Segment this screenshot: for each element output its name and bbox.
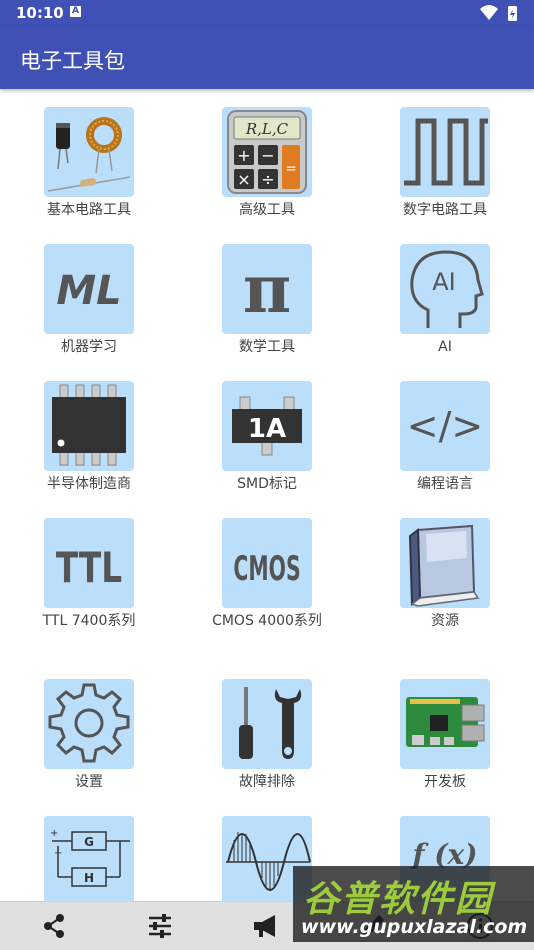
tile-label: 设置 bbox=[75, 774, 103, 790]
tile-digital-circuit-tools[interactable]: 数字电路工具 bbox=[370, 107, 520, 220]
ml-text: ML bbox=[56, 268, 121, 314]
app-bar: 电子工具包 bbox=[0, 27, 534, 89]
calculator-icon: R,L,C + − × ÷ = bbox=[222, 107, 312, 197]
watermark-url: www.gupuxlazal.com bbox=[301, 916, 528, 938]
app-title: 电子工具包 bbox=[20, 49, 125, 73]
tile-label: CMOS 4000系列 bbox=[212, 613, 322, 629]
svg-text:÷: ÷ bbox=[261, 170, 274, 189]
share-button[interactable] bbox=[38, 910, 70, 942]
tile-label: AI bbox=[438, 339, 452, 355]
watermark-title: 谷普软件园 bbox=[303, 879, 494, 920]
notification-icon: A bbox=[70, 6, 81, 17]
filter-button[interactable] bbox=[144, 910, 176, 942]
tile-label: 数字电路工具 bbox=[403, 202, 487, 218]
svg-text:−: − bbox=[54, 848, 62, 859]
tile-resources[interactable]: 资源 bbox=[370, 518, 520, 631]
tile-math-tools[interactable]: π 数学工具 bbox=[192, 244, 342, 357]
cmos-icon: CMOS bbox=[222, 518, 312, 608]
tile-label: 机器学习 bbox=[61, 339, 117, 355]
pi-text: π bbox=[243, 250, 291, 328]
status-icons bbox=[478, 4, 520, 22]
svg-text:−: − bbox=[261, 146, 274, 165]
sliders-icon bbox=[149, 914, 171, 938]
smd-icon: 1A bbox=[222, 381, 312, 471]
tools-icon bbox=[222, 679, 312, 769]
tile-cmos-4000[interactable]: CMOS CMOS 4000系列 bbox=[192, 518, 342, 631]
gear-icon bbox=[44, 679, 134, 769]
tile-label: 高级工具 bbox=[239, 202, 295, 218]
pi-icon: π bbox=[222, 244, 312, 334]
tile-label: 基本电路工具 bbox=[47, 202, 131, 218]
svg-text:+: + bbox=[50, 828, 58, 839]
ic-chip-icon bbox=[44, 381, 134, 471]
announce-button[interactable] bbox=[251, 910, 283, 942]
code-text: </> bbox=[407, 404, 483, 448]
tile-ttl-7400[interactable]: TTL TTL 7400系列 bbox=[14, 518, 164, 631]
tile-basic-circuit-tools[interactable]: 基本电路工具 bbox=[14, 107, 164, 220]
svg-text:+: + bbox=[237, 146, 250, 165]
tile-ai[interactable]: AI AI bbox=[370, 244, 520, 357]
tile-dev-boards[interactable]: 开发板 bbox=[370, 679, 520, 792]
calculator-display-text: R,L,C bbox=[245, 120, 289, 138]
status-time: 10:10 bbox=[16, 4, 64, 22]
ml-icon: ML bbox=[44, 244, 134, 334]
svg-text:=: = bbox=[285, 161, 297, 177]
tile-troubleshooting[interactable]: 故障排除 bbox=[192, 679, 342, 792]
tile-control-systems[interactable]: G H + − bbox=[14, 816, 164, 901]
megaphone-icon bbox=[254, 915, 275, 937]
ttl-icon: TTL bbox=[44, 518, 134, 608]
svg-text:×: × bbox=[237, 170, 250, 189]
tile-label: 半导体制造商 bbox=[47, 476, 131, 492]
tile-advanced-tools[interactable]: R,L,C + − × ÷ = 高级工具 bbox=[192, 107, 342, 220]
tile-semiconductor-manufacturers[interactable]: 半导体制造商 bbox=[14, 381, 164, 494]
board-icon bbox=[400, 679, 490, 769]
ai-text: AI bbox=[432, 268, 456, 296]
tile-label: 故障排除 bbox=[239, 774, 295, 790]
smd-text: 1A bbox=[248, 414, 286, 444]
square-wave-icon bbox=[400, 107, 490, 197]
control-g-text: G bbox=[84, 835, 94, 849]
code-icon: </> bbox=[400, 381, 490, 471]
ttl-text: TTL bbox=[56, 543, 122, 592]
tile-label: TTL 7400系列 bbox=[42, 613, 136, 629]
tile-programming-languages[interactable]: </> 编程语言 bbox=[370, 381, 520, 494]
tile-smd-marking[interactable]: 1A SMD标记 bbox=[192, 381, 342, 494]
cmos-text: CMOS bbox=[233, 548, 300, 588]
share-icon bbox=[44, 914, 64, 938]
tile-machine-learning[interactable]: ML 机器学习 bbox=[14, 244, 164, 357]
tile-settings[interactable]: 设置 bbox=[14, 679, 164, 792]
wifi-icon bbox=[480, 5, 517, 21]
ai-head-icon: AI bbox=[400, 244, 490, 334]
tile-label: 编程语言 bbox=[417, 476, 473, 492]
tile-label: 数学工具 bbox=[239, 339, 295, 355]
tile-label: 资源 bbox=[431, 613, 459, 629]
book-icon bbox=[400, 518, 490, 608]
components-icon bbox=[44, 107, 134, 197]
tile-label: 开发板 bbox=[424, 774, 466, 790]
tool-grid: 基本电路工具 R,L,C + − × ÷ = 高级工具 数字电路工具 ML 机器… bbox=[0, 89, 534, 901]
control-loop-icon: G H + − bbox=[44, 816, 134, 901]
tile-label: SMD标记 bbox=[237, 476, 297, 492]
watermark: 谷普软件园 www.gupuxlazal.com bbox=[293, 866, 534, 942]
status-bar: 10:10 A bbox=[0, 0, 534, 27]
control-h-text: H bbox=[84, 871, 94, 885]
